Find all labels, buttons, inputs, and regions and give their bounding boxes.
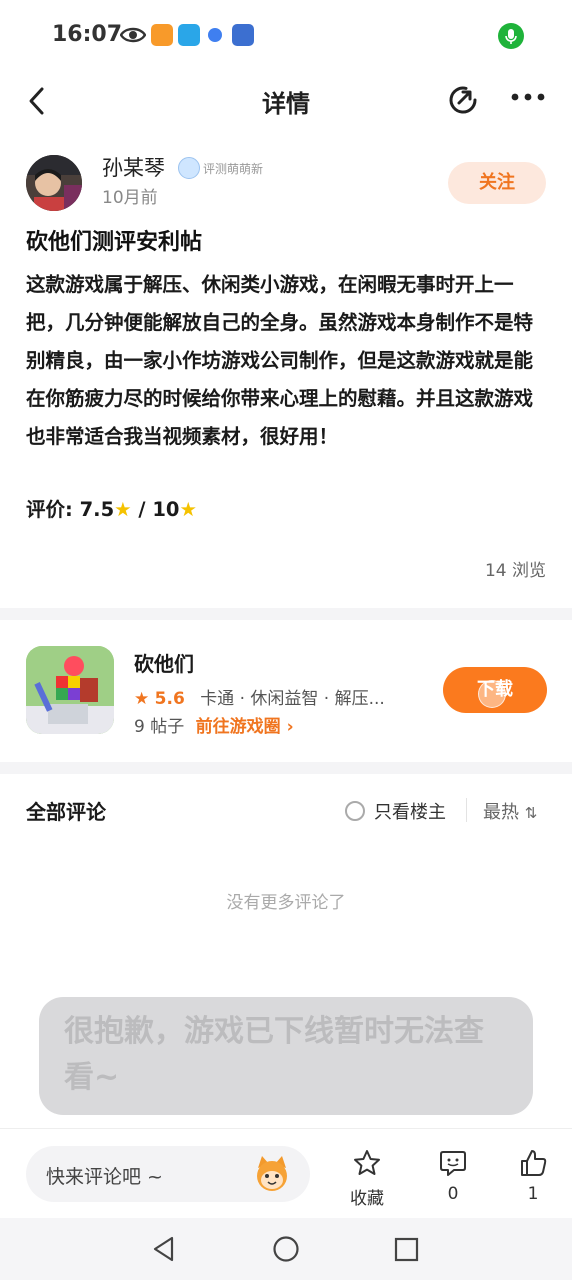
page-title: 详情 [262,90,310,118]
star-icon: ★ [134,689,150,709]
favorite-button[interactable]: 收藏 [337,1148,397,1209]
divider [466,798,467,822]
thumbs-up-icon [521,1150,547,1176]
goto-game-circle-link[interactable]: 前往游戏圈 › [196,717,294,737]
sort-hot-button[interactable]: 最热 ⇅ [483,798,537,824]
post-body: 这款游戏属于解压、休闲类小游戏，在闲暇无事时开上一把，几分钟便能解放自己的全身。… [26,273,534,448]
star-icon: ★ [114,498,132,521]
author-avatar[interactable] [26,155,82,211]
follow-button[interactable]: 关注 [448,162,546,204]
game-posts: 9 帖子 [134,717,185,737]
only-owner-label[interactable]: 只看楼主 [374,798,446,824]
more-icon[interactable] [510,92,546,102]
author-badge: 评测萌萌新 [203,162,264,176]
comment-count: 0 [447,1184,459,1204]
post-time: 10月前 [102,188,158,208]
section-divider [0,762,572,774]
author-name[interactable]: 孙某琴 [102,152,165,182]
system-nav-bar [0,1218,572,1280]
like-count: 1 [527,1184,539,1204]
section-divider [0,608,572,620]
game-icon[interactable] [26,646,114,734]
star-outline-icon [354,1150,380,1175]
divider [0,1128,572,1129]
nav-home-icon[interactable] [272,1235,300,1263]
favorite-label: 收藏 [350,1189,384,1209]
game-posts-row: 9 帖子 前往游戏圈 › [134,712,294,737]
nav-back-icon[interactable] [150,1235,178,1263]
like-button[interactable]: 1 [503,1148,563,1204]
touch-indicator [478,680,506,708]
rating-score: 7.5 [79,498,115,521]
card-app-icon [232,24,254,46]
dot-app-icon [208,28,222,42]
comment-count-button[interactable]: 0 [423,1148,483,1204]
comment-placeholder[interactable]: 快来评论吧 ~ [46,1162,163,1189]
post-title: 砍他们测评安利帖 [26,230,203,255]
post-rating: 评价: 7.5★ / 10★ [26,494,197,526]
status-bar: 16:07 [0,0,572,72]
eye-icon [120,27,146,43]
game-score: 5.6 [154,689,185,709]
status-time: 16:07 [52,22,123,47]
book-app-icon [178,24,200,46]
chevron-right-icon: › [286,717,294,737]
only-owner-radio[interactable] [345,801,365,821]
sort-icon: ⇅ [524,804,538,822]
share-icon[interactable] [446,83,480,117]
nav-recents-icon[interactable] [394,1237,420,1263]
no-more-comments: 没有更多评论了 [226,893,346,913]
mascot-icon [257,1156,287,1191]
rating-separator: / [131,498,153,521]
notification-app-icon [151,24,173,46]
game-tags: 卡通 · 休闲益智 · 解压... [200,689,385,709]
rating-max: 10 [152,498,180,521]
star-icon: ★ [179,498,197,521]
comment-icon [440,1151,466,1176]
microphone-icon [498,23,524,49]
comments-title: 全部评论 [26,800,106,824]
game-name[interactable]: 砍他们 [134,648,194,677]
badge-icon [178,157,200,179]
game-meta: ★ 5.6 卡通 · 休闲益智 · 解压... [134,684,385,709]
rating-label: 评价: [26,498,80,521]
view-count: 14 浏览 [484,561,546,581]
toast-message: 很抱歉，游戏已下线暂时无法查看~ [64,1014,484,1095]
